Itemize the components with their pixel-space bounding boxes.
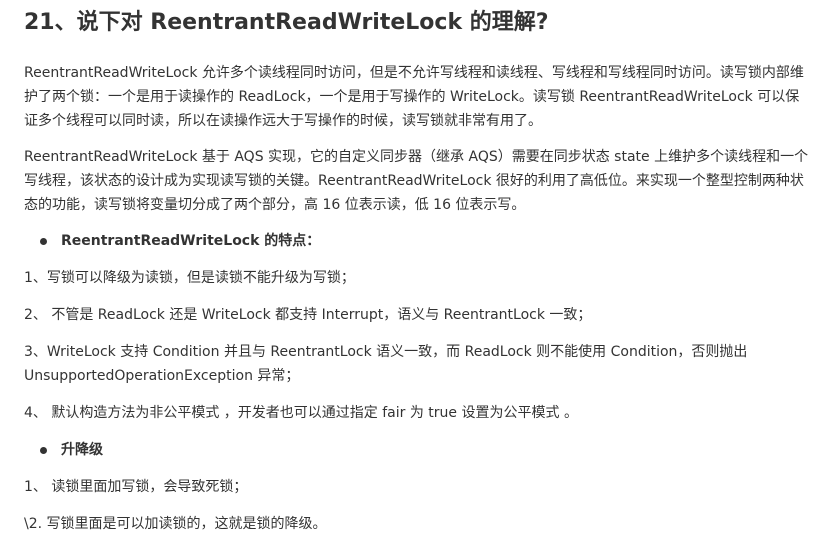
implementation-paragraph: ReentrantReadWriteLock 基于 AQS 实现，它的自定义同步…: [24, 149, 809, 213]
feature-item: 3、WriteLock 支持 Condition 并且与 ReentrantLo…: [24, 344, 748, 384]
upgrade-heading: 升降级: [61, 442, 103, 458]
feature-item: 1、写锁可以降级为读锁，但是读锁不能升级为写锁；: [24, 270, 355, 286]
upgrade-item: \2. 写锁里面是可以加读锁的，这就是锁的降级。: [24, 516, 327, 532]
upgrade-item: 1、 读锁里面加写锁，会导致死锁；: [24, 479, 248, 495]
features-heading: ReentrantReadWriteLock 的特点：: [61, 233, 321, 249]
feature-item: 4、 默认构造方法为非公平模式 ，开发者也可以通过指定 fair 为 true …: [24, 405, 578, 421]
feature-item: 2、 不管是 ReadLock 还是 WriteLock 都支持 Interru…: [24, 307, 592, 323]
intro-paragraph: ReentrantReadWriteLock 允许多个读线程同时访问，但是不允许…: [24, 65, 804, 129]
bullet-dot-icon: [40, 446, 47, 454]
upgrade-bullet: 升降级: [24, 438, 812, 462]
bullet-dot-icon: [40, 237, 47, 245]
features-bullet: ReentrantReadWriteLock 的特点：: [24, 229, 812, 253]
article: 21、说下对 ReentrantReadWriteLock 的理解? Reent…: [0, 0, 836, 551]
section-heading: 21、说下对 ReentrantReadWriteLock 的理解?: [24, 10, 549, 35]
